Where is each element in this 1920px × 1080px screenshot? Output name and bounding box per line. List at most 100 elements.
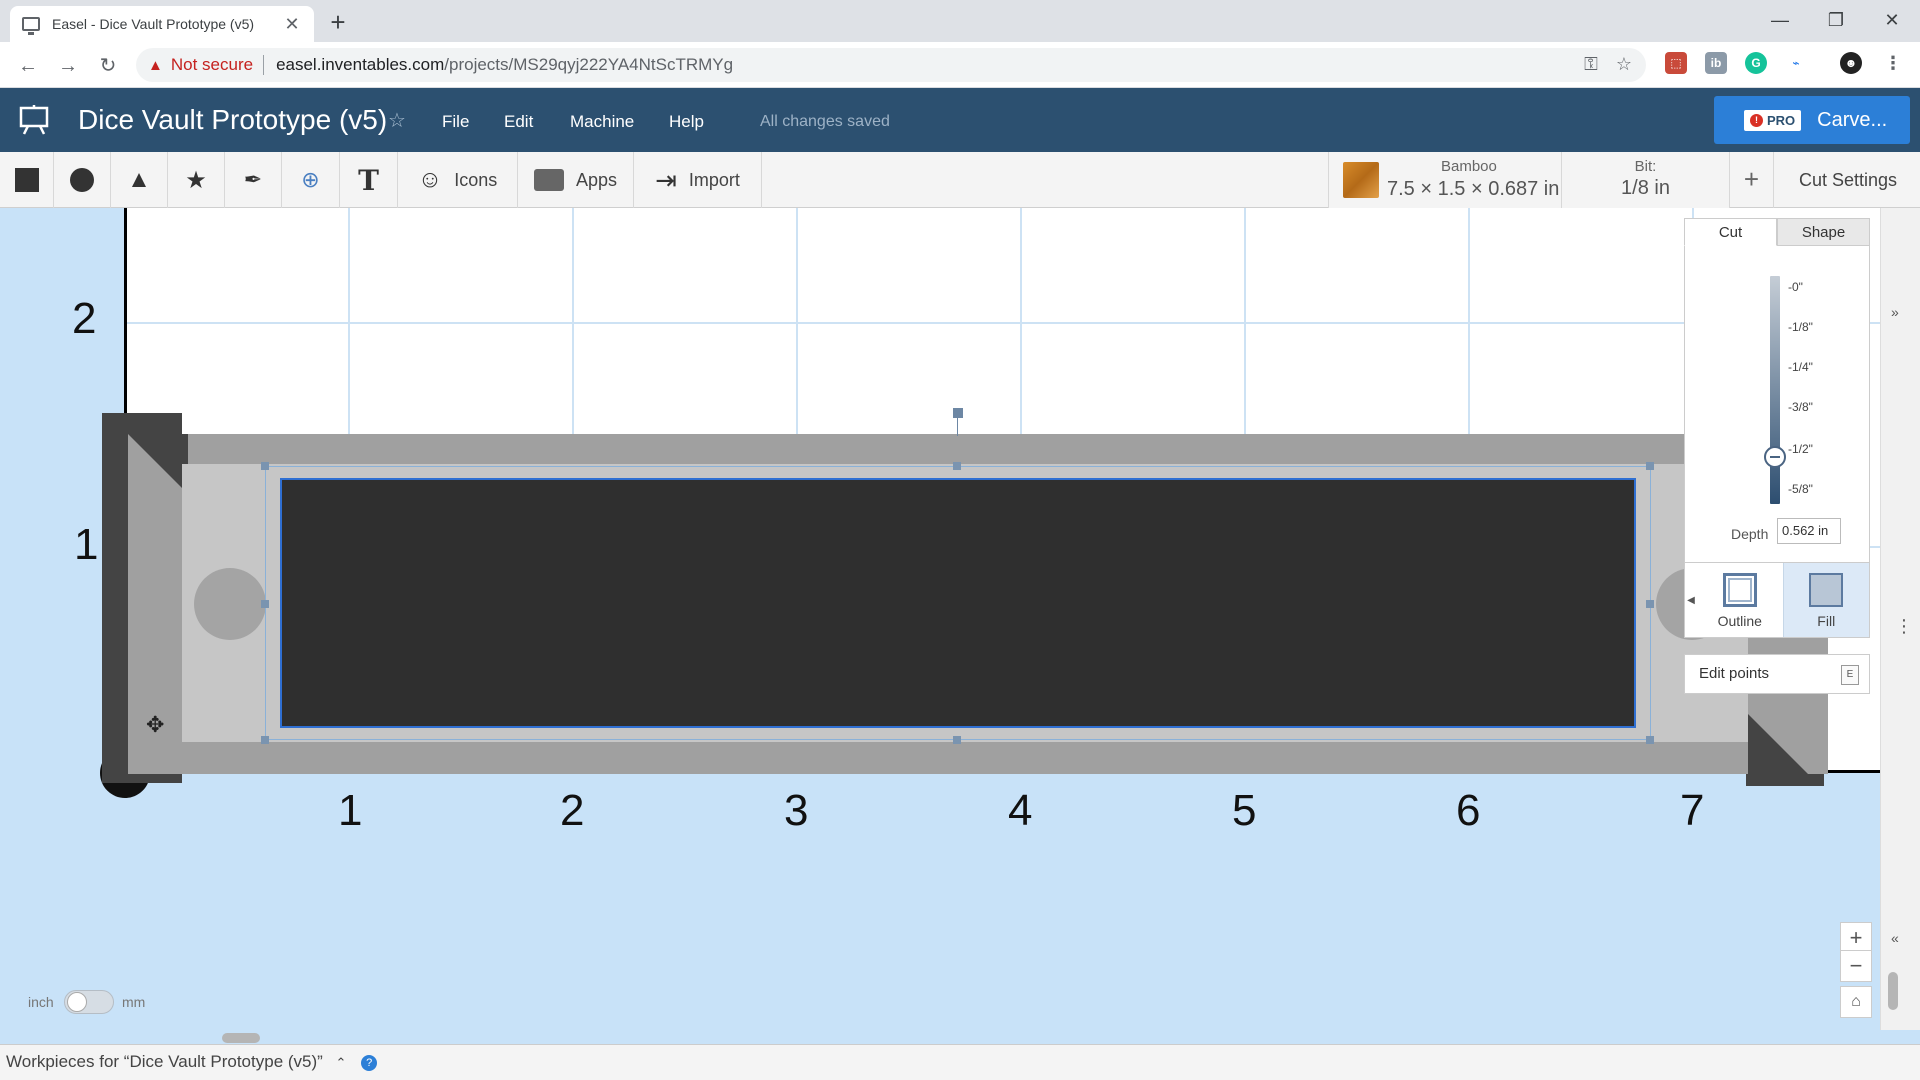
cut-pane: -0" -1/8" -1/4" -3/8" -1/2" -5/8" Depth … — [1684, 246, 1870, 580]
browser-menu-icon[interactable]: ⋮ — [1882, 52, 1904, 74]
grammarly-icon[interactable]: G — [1745, 52, 1767, 74]
tab-title: Easel - Dice Vault Prototype (v5) — [52, 16, 255, 32]
new-tab-button[interactable]: + — [324, 8, 352, 36]
caret-left-icon[interactable]: ◀ — [1685, 563, 1697, 637]
outline-mode-button[interactable]: Outline — [1697, 563, 1783, 637]
star-tool[interactable]: ★ — [168, 152, 225, 208]
horizontal-scrollbar[interactable] — [222, 1033, 260, 1043]
depth-mark: -1/8" — [1788, 320, 1813, 334]
bookmark-star-icon[interactable]: ☆ — [1616, 54, 1632, 75]
x-tick-label: 5 — [1232, 786, 1257, 835]
browser-tabstrip: Easel - Dice Vault Prototype (v5) ✕ + — … — [0, 0, 1920, 42]
pdf-extension-icon[interactable]: ⬚ — [1665, 52, 1687, 74]
more-icon[interactable]: ⋮ — [1895, 616, 1913, 637]
extension-icon[interactable]: ⌁ — [1785, 52, 1807, 74]
close-window-icon[interactable]: ✕ — [1864, 0, 1920, 40]
ib-extension-icon[interactable]: ib — [1705, 52, 1727, 74]
forward-icon[interactable]: → — [54, 52, 82, 80]
square-tool[interactable] — [0, 152, 54, 208]
vertical-scrollbar[interactable] — [1888, 972, 1898, 1010]
material-selector[interactable]: Bamboo 7.5 × 1.5 × 0.687 in — [1328, 152, 1562, 208]
expand-right-icon[interactable]: » — [1891, 304, 1899, 320]
depth-label: Depth — [1731, 526, 1769, 542]
help-icon[interactable]: ? — [361, 1054, 378, 1071]
unit-toggle[interactable] — [64, 990, 114, 1014]
tab-cut[interactable]: Cut — [1684, 218, 1777, 246]
back-icon[interactable]: ← — [14, 52, 42, 80]
resize-handle[interactable] — [1646, 736, 1654, 744]
x-tick-label: 1 — [338, 786, 363, 835]
bamboo-swatch — [1343, 162, 1379, 198]
warning-icon: ▲ — [148, 56, 163, 74]
pro-badge: ! PRO — [1744, 109, 1802, 131]
resize-handle[interactable] — [1646, 462, 1654, 470]
reload-icon[interactable]: ↻ — [94, 52, 122, 80]
menu-file[interactable]: File — [442, 112, 469, 132]
browser-tab[interactable]: Easel - Dice Vault Prototype (v5) ✕ — [10, 6, 314, 42]
fill-icon — [1809, 573, 1844, 607]
crosshair-tool[interactable]: ⊕ — [282, 152, 340, 208]
triangle-tool[interactable]: ▲ — [111, 152, 168, 208]
apps-tool[interactable]: Apps — [518, 152, 634, 208]
resize-handle[interactable] — [1646, 600, 1654, 608]
rotate-handle[interactable] — [953, 408, 963, 418]
easel-logo-icon[interactable] — [18, 104, 50, 136]
depth-mark: -1/4" — [1788, 360, 1813, 374]
smiley-icon: ☺ — [417, 166, 443, 193]
x-tick-label: 6 — [1456, 786, 1481, 835]
depth-slider-handle[interactable] — [1764, 446, 1786, 468]
circle-icon — [70, 168, 94, 192]
bit-selector[interactable]: Bit: 1/8 in — [1562, 152, 1730, 208]
triangle-icon: ▲ — [127, 166, 151, 193]
zoom-out-button[interactable]: − — [1840, 950, 1872, 982]
menu-machine[interactable]: Machine — [570, 112, 634, 132]
depth-mark: -1/2" — [1788, 442, 1813, 456]
pen-tool[interactable]: ✒ — [225, 152, 282, 208]
toggle-knob — [67, 992, 87, 1012]
chevron-up-icon[interactable]: ⌃ — [336, 1055, 347, 1070]
monitor-icon — [22, 17, 40, 35]
resize-handle[interactable] — [953, 736, 961, 744]
depth-input[interactable]: 0.562 in — [1777, 518, 1841, 544]
project-title[interactable]: Dice Vault Prototype (v5) — [78, 104, 387, 136]
home-view-icon[interactable]: ⌂ — [1840, 986, 1872, 1018]
key-icon[interactable]: ⚿ — [1584, 54, 1598, 75]
edit-points-button[interactable]: Edit points E — [1684, 654, 1870, 694]
resize-handle[interactable] — [953, 462, 961, 470]
cut-settings-button[interactable]: Cut Settings — [1776, 152, 1920, 208]
workpieces-bar[interactable]: Workpieces for “Dice Vault Prototype (v5… — [0, 1044, 1920, 1080]
add-bit-button[interactable]: + — [1730, 152, 1774, 208]
maximize-icon[interactable]: ❐ — [1808, 0, 1864, 40]
resize-handle[interactable] — [261, 736, 269, 744]
favorite-star-icon[interactable]: ☆ — [388, 108, 406, 133]
design-canvas[interactable]: 2 1 1 2 3 4 5 6 7 ✥ — [0, 208, 1880, 1030]
close-tab-icon[interactable]: ✕ — [282, 14, 302, 35]
text-tool[interactable]: T — [340, 152, 398, 208]
circle-tool[interactable] — [54, 152, 111, 208]
menu-edit[interactable]: Edit — [504, 112, 533, 132]
carve-button[interactable]: ! PRO Carve... — [1714, 96, 1910, 144]
menu-help[interactable]: Help — [669, 112, 704, 132]
collapse-left-icon[interactable]: « — [1891, 930, 1899, 946]
fill-mode-button[interactable]: Fill — [1782, 563, 1869, 637]
pro-label: PRO — [1767, 112, 1796, 128]
circle-cut[interactable] — [194, 568, 266, 640]
carve-label: Carve... — [1817, 108, 1888, 131]
resize-handle[interactable] — [261, 600, 269, 608]
minimize-icon[interactable]: — — [1752, 0, 1808, 40]
pen-icon: ✒ — [243, 167, 263, 192]
workpiece-corner — [128, 434, 188, 494]
url-input[interactable]: ▲ Not secure easel.inventables.com/proje… — [136, 48, 1646, 82]
material-name: Bamboo — [1441, 158, 1497, 175]
depth-mark: -0" — [1788, 280, 1803, 294]
import-tool[interactable]: ⇥ Import — [634, 152, 762, 208]
icons-tool[interactable]: ☺ Icons — [398, 152, 518, 208]
square-icon — [14, 168, 39, 192]
pocket-rectangle[interactable] — [280, 478, 1636, 728]
tab-shape[interactable]: Shape — [1777, 218, 1870, 246]
workpiece-corner — [1748, 714, 1812, 778]
depth-slider-track[interactable] — [1770, 276, 1780, 504]
not-secure-label: Not secure — [170, 55, 254, 74]
profile-avatar[interactable]: ☻ — [1840, 52, 1862, 74]
resize-handle[interactable] — [261, 462, 269, 470]
